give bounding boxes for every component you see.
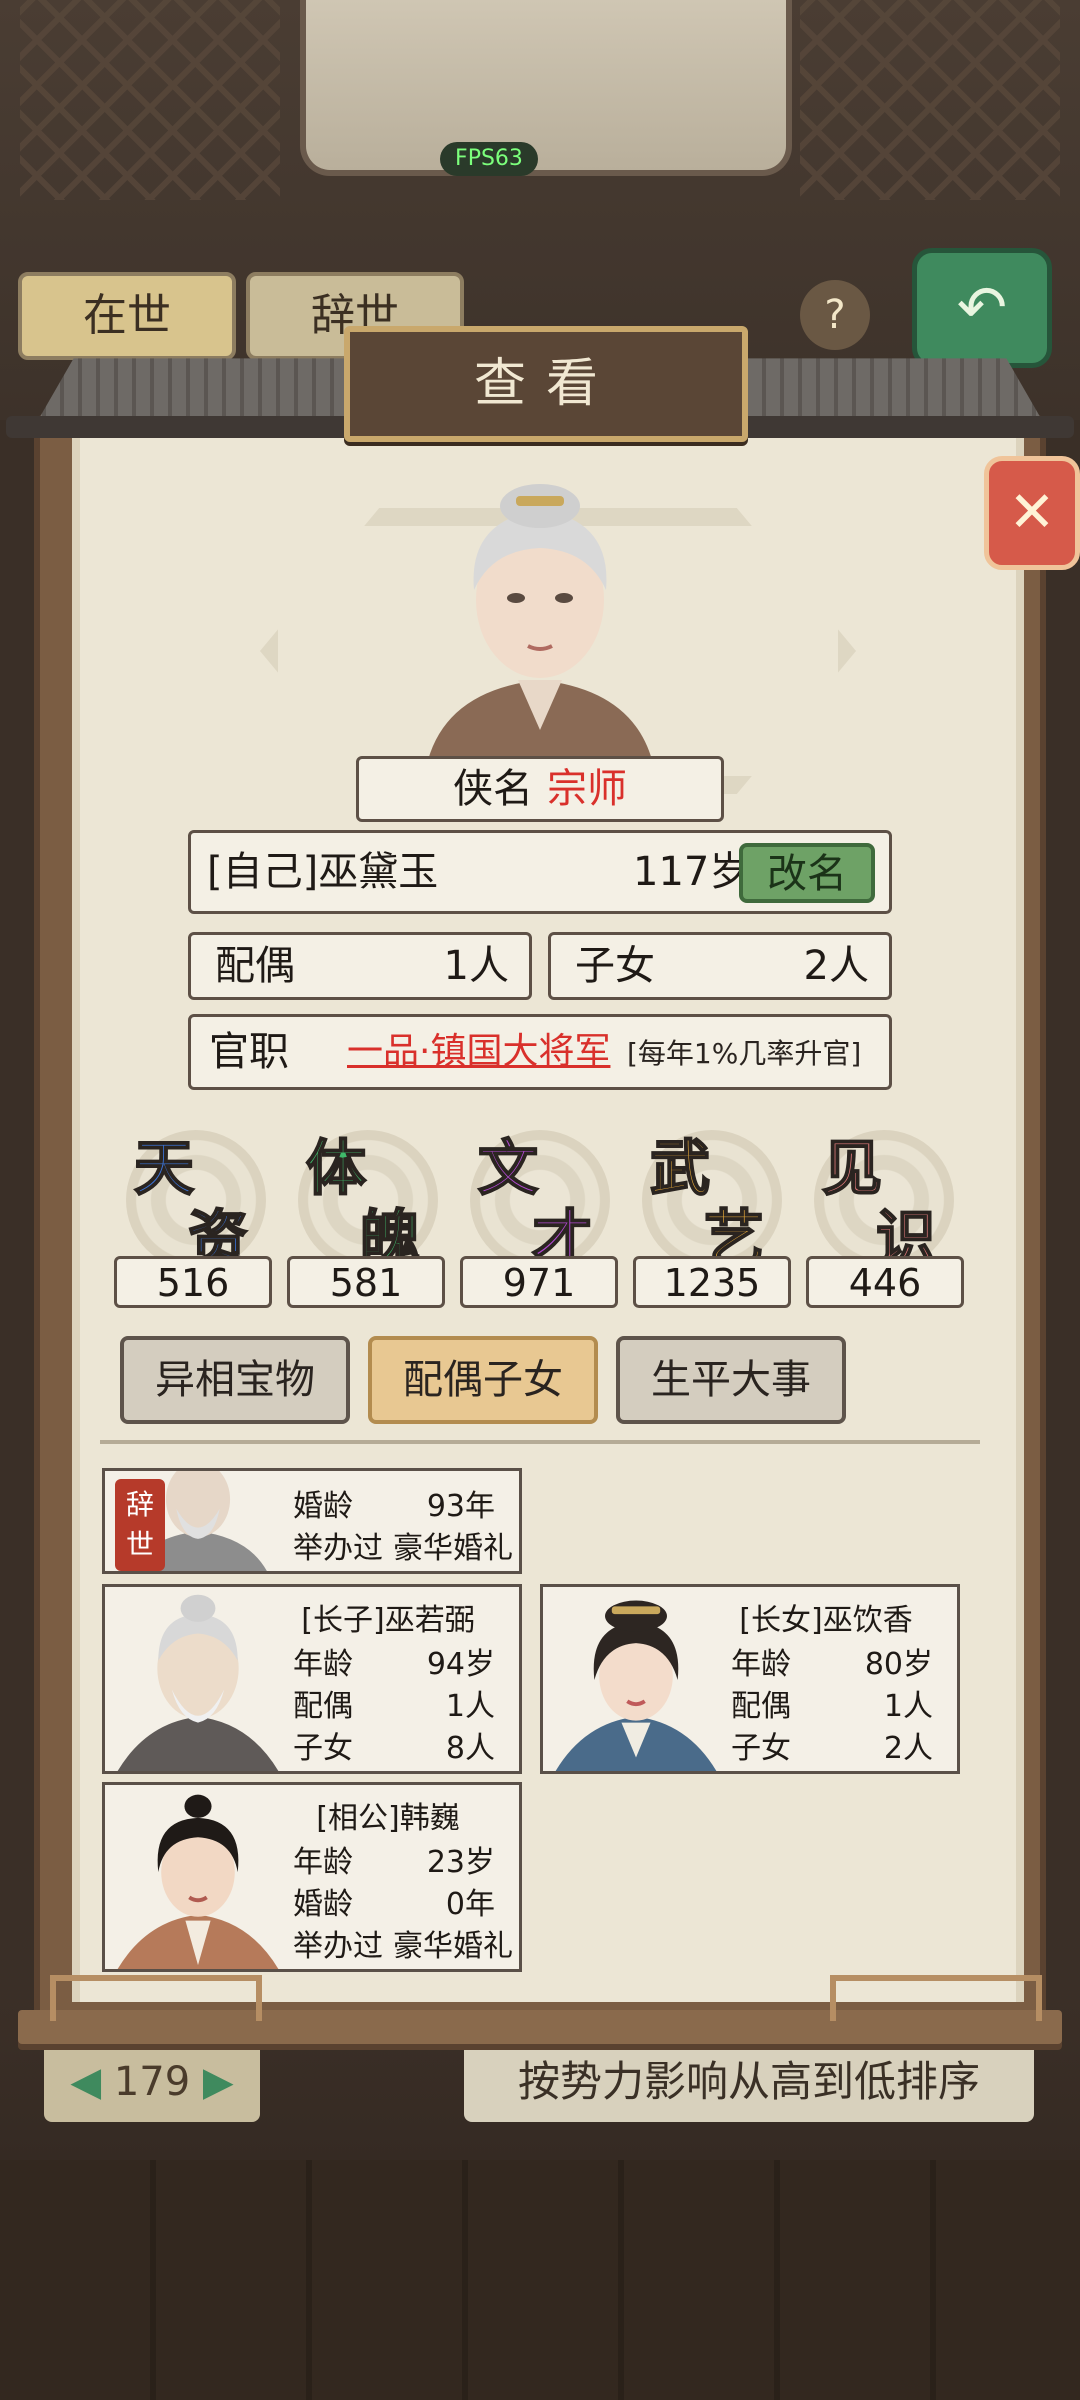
children-value: 8人	[445, 1731, 495, 1766]
children-count-box: 子女 2人	[548, 932, 892, 1000]
deceased-badge: 辞世	[115, 1479, 165, 1571]
children-label: 子女	[575, 943, 655, 989]
stat-char: 文	[477, 1133, 539, 1205]
stat-char: 见	[821, 1133, 883, 1205]
marriage-years-label: 婚龄	[293, 1489, 353, 1524]
hero-title-box: 侠名 宗师	[356, 756, 724, 822]
tab-alive[interactable]: 在世	[18, 272, 236, 360]
prev-page-icon[interactable]: ◀	[70, 2059, 101, 2105]
family-card-eldest-son[interactable]: [长子]巫若弼 年龄 94岁 配偶 1人 子女 8人	[102, 1584, 522, 1774]
close-icon: ✕	[1008, 480, 1056, 545]
spouse-label: 配偶	[293, 1689, 353, 1724]
age-value: 23岁	[426, 1845, 495, 1880]
children-value: 2人	[883, 1731, 933, 1766]
stat-value: 516	[114, 1256, 272, 1308]
official-rank-row: 官职 一品·镇国大将军 [每年1%几率升官]	[188, 1014, 892, 1090]
character-portrait	[428, 484, 652, 760]
family-member-name: [长女]巫饮香	[739, 1603, 913, 1638]
stat-char: 天	[133, 1133, 195, 1205]
tab-life-events[interactable]: 生平大事	[616, 1336, 846, 1424]
son-portrait	[117, 1594, 279, 1771]
spouse-count: 1人	[443, 943, 509, 989]
help-icon[interactable]: ?	[800, 280, 870, 350]
rename-button[interactable]: 改名	[739, 843, 875, 903]
children-label: 子女	[293, 1731, 353, 1766]
spouse-label: 配偶	[215, 943, 295, 989]
office-label: 官职	[209, 1029, 289, 1075]
name-row: [自己]巫黛玉 117岁 改名	[188, 830, 892, 914]
sort-button[interactable]: 按势力影响从高到低排序	[464, 2042, 1034, 2122]
close-button[interactable]: ✕	[984, 456, 1080, 570]
family-card-husband[interactable]: [相公]韩巍 年龄 23岁 婚龄 0年 举办过 豪华婚礼	[102, 1782, 522, 1972]
children-count: 2人	[803, 943, 869, 989]
lattice-decoration	[800, 0, 1060, 200]
spouse-count-box: 配偶 1人	[188, 932, 532, 1000]
tab-treasures[interactable]: 异相宝物	[120, 1336, 350, 1424]
page-indicator[interactable]: ◀ 179 ▶	[44, 2042, 260, 2122]
ink-painting	[300, 0, 792, 176]
character-name: [自己]巫黛玉	[207, 849, 439, 895]
spouse-label: 配偶	[731, 1689, 791, 1724]
tab-spouse-children[interactable]: 配偶子女	[368, 1336, 598, 1424]
spouse-value: 1人	[883, 1689, 933, 1724]
next-page-icon[interactable]: ▶	[203, 2059, 234, 2105]
wedding-type: 豪华婚礼	[393, 1929, 513, 1964]
age-value: 80岁	[864, 1647, 933, 1682]
stat-char: 体	[305, 1133, 367, 1205]
base-ornament	[50, 1975, 262, 2021]
divider	[100, 1440, 980, 1444]
marriage-years: 0年	[445, 1887, 495, 1922]
character-age: 117岁	[633, 849, 750, 895]
dialog-title: 查看	[344, 326, 748, 442]
daughter-portrait	[555, 1600, 717, 1771]
age-label: 年龄	[293, 1647, 353, 1682]
family-member-name: [相公]韩巍	[316, 1801, 460, 1836]
hero-rank: 宗师	[547, 766, 627, 812]
back-arrow-icon[interactable]: ↶	[912, 248, 1052, 368]
spouse-value: 1人	[445, 1689, 495, 1724]
age-label: 年龄	[293, 1845, 353, 1880]
marriage-years-label: 婚龄	[293, 1887, 353, 1922]
children-label: 子女	[731, 1731, 791, 1766]
age-label: 年龄	[731, 1647, 791, 1682]
age-value: 94岁	[426, 1647, 495, 1682]
stat-char: 武	[649, 1133, 711, 1205]
wedding-label: 举办过	[293, 1531, 383, 1566]
stat-value: 1235	[633, 1256, 791, 1308]
wedding-type: 豪华婚礼	[393, 1531, 513, 1566]
husband-portrait	[117, 1794, 279, 1969]
family-card-eldest-daughter[interactable]: [长女]巫饮香 年龄 80岁 配偶 1人 子女 2人	[540, 1584, 960, 1774]
marriage-years: 93年	[426, 1489, 495, 1524]
stat-value: 581	[287, 1256, 445, 1308]
stat-value: 971	[460, 1256, 618, 1308]
hero-title-label: 侠名	[453, 766, 533, 812]
wedding-label: 举办过	[293, 1929, 383, 1964]
stat-value: 446	[806, 1256, 964, 1308]
family-member-name: [长子]巫若弼	[301, 1603, 475, 1638]
fps-counter: FPS63	[440, 142, 538, 176]
floor-planks	[0, 2160, 1080, 2400]
base-ornament	[830, 1975, 1042, 2021]
family-card-deceased-spouse[interactable]: 辞世 婚龄 93年 举办过 豪华婚礼	[102, 1468, 522, 1574]
promotion-note: [每年1%几率升官]	[627, 1037, 862, 1070]
office-title-link[interactable]: 一品·镇国大将军	[347, 1017, 610, 1087]
lattice-decoration	[20, 0, 280, 200]
